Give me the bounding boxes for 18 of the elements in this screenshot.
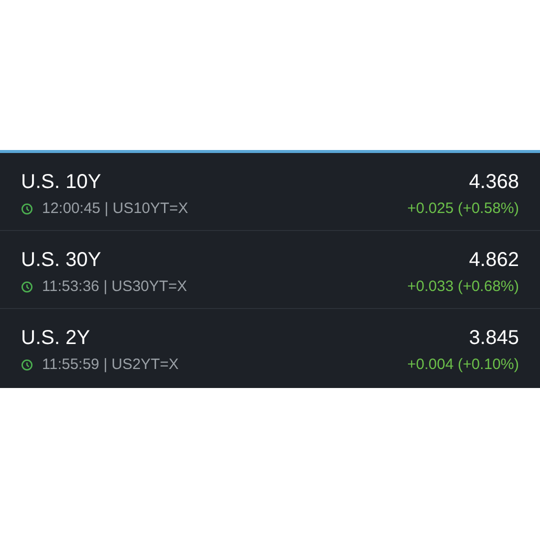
price: 4.862 xyxy=(468,248,519,272)
clock-icon xyxy=(21,280,33,292)
timestamp: 12:00:45 | US10YT=X xyxy=(42,200,188,218)
price: 3.845 xyxy=(468,326,519,350)
timestamp: 11:53:36 | US30YT=X xyxy=(42,278,187,296)
timestamp: 11:55:59 | US2YT=X xyxy=(42,356,179,374)
instrument-name: U.S. 30Y xyxy=(21,248,102,272)
price: 4.368 xyxy=(468,170,519,194)
quote-row[interactable]: U.S. 2Y 11:55:59 | US2YT=X 3.845 +0.004 (+0.10%) xyxy=(0,309,540,387)
price-change: +0.025 (+0.58%) xyxy=(407,200,519,218)
price-change: +0.004 (+0.10%) xyxy=(407,356,519,374)
clock-icon xyxy=(21,202,33,214)
clock-icon xyxy=(21,359,33,371)
instrument-name: U.S. 2Y xyxy=(21,326,91,350)
instrument-name: U.S. 10Y xyxy=(21,170,102,194)
price-change: +0.033 (+0.68%) xyxy=(407,278,519,296)
quote-row[interactable]: U.S. 10Y 12:00:45 | US10YT=X 4.368 +0.025 (+0.58%) xyxy=(0,153,540,231)
quote-row[interactable]: U.S. 30Y 11:53:36 | US30YT=X 4.862 +0.033 (+0.68%) xyxy=(0,231,540,309)
